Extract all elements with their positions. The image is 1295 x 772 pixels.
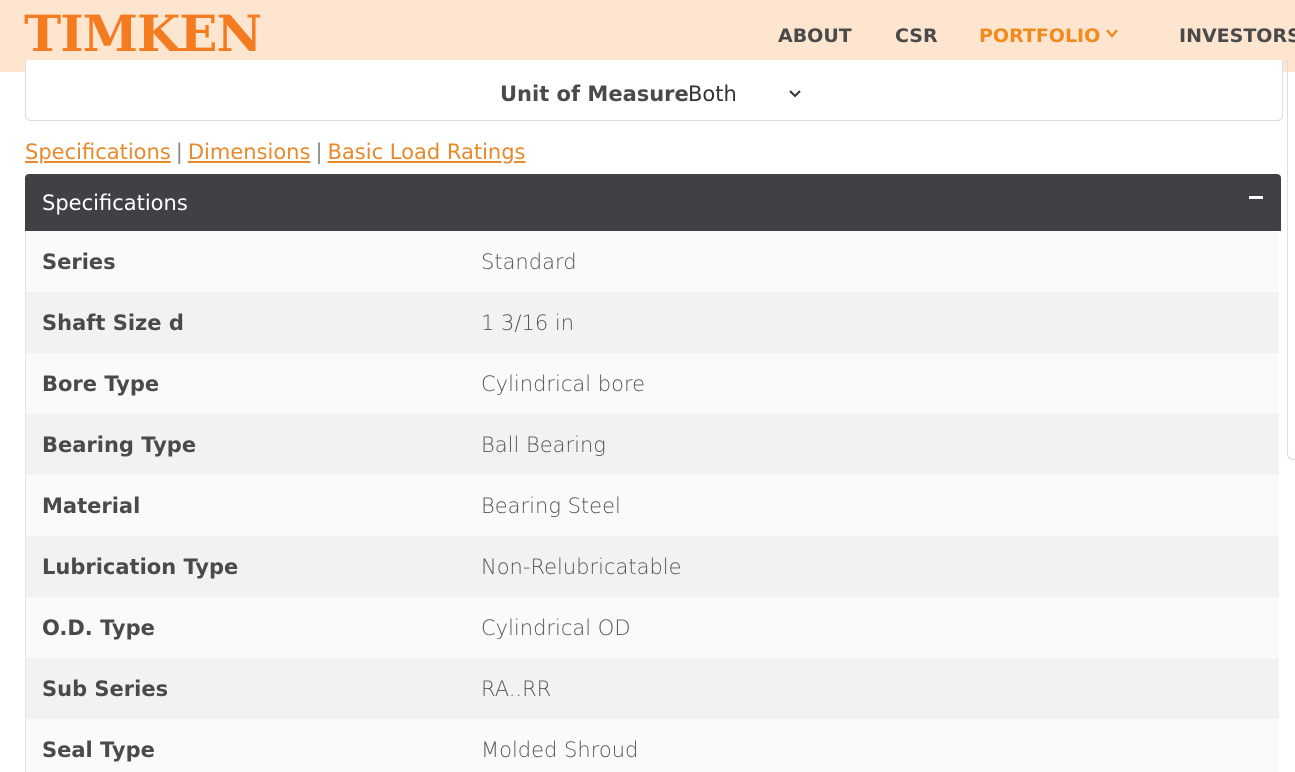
chevron-down-icon (1106, 29, 1119, 38)
spec-value: Cylindrical bore (481, 372, 646, 396)
nav-portfolio[interactable]: PORTFOLIO (979, 22, 1119, 50)
anchor-specifications[interactable]: Specifications (25, 140, 171, 164)
chevron-down-icon (789, 90, 801, 98)
table-row: Bore Type Cylindrical bore (25, 353, 1279, 414)
nav-csr[interactable]: CSR (895, 22, 938, 50)
anchor-separator: | (175, 140, 183, 164)
spec-label: Shaft Size d (42, 311, 184, 335)
panel-title: Specifications (42, 191, 188, 215)
table-row: Seal Type Molded Shroud (25, 719, 1279, 772)
unit-of-measure-select[interactable]: Both (688, 80, 808, 108)
spec-value: Molded Shroud (481, 738, 639, 762)
anchor-separator: | (315, 140, 323, 164)
anchor-basic-load-ratings[interactable]: Basic Load Ratings (328, 140, 526, 164)
spec-value: 1 3/16 in (481, 311, 575, 335)
spec-value: Cylindrical OD (481, 616, 631, 640)
table-row: Shaft Size d 1 3/16 in (25, 292, 1279, 353)
table-row: O.D. Type Cylindrical OD (25, 597, 1279, 658)
table-row: Sub Series RA..RR (25, 658, 1279, 719)
unit-of-measure-value: Both (688, 82, 737, 106)
specifications-table: Series Standard Shaft Size d 1 3/16 in Bor… (25, 231, 1281, 772)
spec-label: Sub Series (42, 677, 169, 701)
specifications-panel-header[interactable]: Specifications (25, 174, 1281, 231)
timken-logo[interactable]: TIMKEN (24, 4, 262, 64)
unit-of-measure-label: Unit of Measure (500, 82, 689, 106)
spec-label: Bore Type (42, 372, 160, 396)
section-anchor-links: Specifications | Dimensions | Basic Load Rat… (25, 138, 526, 166)
sidebar-edge (1287, 60, 1295, 460)
table-row: Lubrication Type Non-Relubricatable (25, 536, 1279, 597)
spec-label: Bearing Type (42, 433, 197, 457)
spec-label: O.D. Type (42, 616, 155, 640)
unit-of-measure-box: Unit of Measure Both (25, 60, 1283, 121)
table-row: Material Bearing Steel (25, 475, 1279, 536)
spec-label: Material (42, 494, 141, 518)
minus-icon[interactable] (1249, 196, 1263, 199)
table-row: Series Standard (25, 231, 1279, 292)
table-row: Bearing Type Ball Bearing (25, 414, 1279, 475)
spec-label: Seal Type (42, 738, 155, 762)
nav-portfolio-label: PORTFOLIO (979, 25, 1101, 47)
spec-label: Series (42, 250, 116, 274)
nav-investors[interactable]: INVESTORS (1179, 22, 1295, 50)
spec-value: Ball Bearing (481, 433, 606, 457)
spec-label: Lubrication Type (42, 555, 239, 579)
anchor-dimensions[interactable]: Dimensions (188, 140, 311, 164)
nav-about[interactable]: ABOUT (778, 22, 852, 50)
spec-value: RA..RR (481, 677, 552, 701)
spec-value: Standard (481, 250, 577, 274)
spec-value: Non-Relubricatable (481, 555, 682, 579)
specifications-panel: Specifications Series Standard Shaft Size… (25, 174, 1281, 772)
spec-value: Bearing Steel (481, 494, 621, 518)
